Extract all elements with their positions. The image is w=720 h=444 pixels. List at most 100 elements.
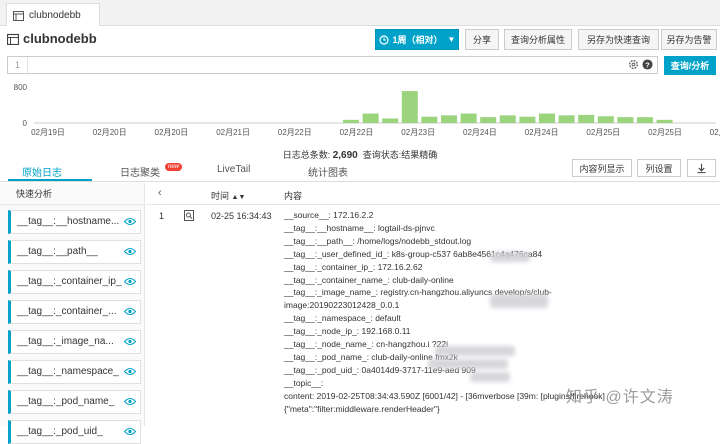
histogram-bar[interactable] bbox=[558, 115, 575, 123]
sidebar-field-label: __tag__:__hostname... bbox=[17, 216, 120, 227]
svg-text:?: ? bbox=[645, 60, 650, 69]
content-display-button[interactable]: 内容列显示 bbox=[572, 159, 632, 177]
log-field: __tag__:_namespace_: default bbox=[284, 313, 401, 324]
x-tick-label: 02月23日 bbox=[401, 128, 435, 137]
x-tick-label: 02月26日 bbox=[710, 128, 720, 137]
log-histogram[interactable]: 800 002月19日 02月20日 02月20日 02月21日 02月22日 02月22日… bbox=[0, 78, 720, 140]
sidebar-field-label: __tag__:_container_... bbox=[17, 306, 117, 317]
log-field: __source__: 172.16.2.2 bbox=[284, 210, 374, 220]
histogram-bar[interactable] bbox=[421, 116, 438, 123]
histogram-bar[interactable] bbox=[637, 117, 653, 123]
redacted-region bbox=[490, 294, 548, 308]
sidebar-field-label: __tag__:_pod_name_ bbox=[17, 396, 115, 407]
tab-clubnodebb[interactable]: clubnodebb bbox=[6, 3, 100, 26]
save-alert-button[interactable]: 另存为告警 bbox=[661, 29, 717, 50]
sidebar-field-item[interactable]: __tag__:__path__ bbox=[8, 240, 141, 264]
y-tick-label: 800 bbox=[14, 83, 28, 92]
table-header: ‹ 时间 ▲▼ 内容 bbox=[146, 183, 720, 205]
sidebar-field-item[interactable]: __tag__:_pod_name_ bbox=[8, 390, 141, 414]
tab-livetail[interactable]: LiveTail bbox=[217, 164, 250, 175]
column-settings-button[interactable]: 列设置 bbox=[637, 159, 681, 177]
sidebar-field-item[interactable]: __tag__:_namespace_ bbox=[8, 360, 141, 384]
tab-bar: clubnodebb bbox=[0, 0, 720, 26]
sidebar-field-item[interactable]: __tag__:_pod_uid_ bbox=[8, 420, 141, 444]
eye-icon[interactable] bbox=[124, 307, 136, 316]
logstore-icon bbox=[13, 10, 24, 21]
x-tick-label: 02月19日 bbox=[31, 128, 65, 137]
query-input[interactable]: 1 ? bbox=[7, 56, 658, 74]
time-range-button[interactable]: 1周（相对） ▼ bbox=[375, 29, 459, 50]
eye-icon[interactable] bbox=[124, 247, 136, 256]
caret-down-icon: ▼ bbox=[447, 35, 456, 44]
gear-icon[interactable] bbox=[628, 59, 639, 70]
log-field: {"meta":"filter:middleware.renderHeader"… bbox=[284, 403, 440, 414]
histogram-bar[interactable] bbox=[343, 119, 359, 123]
sidebar-field-label: __tag__:_pod_uid_ bbox=[17, 426, 103, 437]
sidebar-field-label: __tag__:__path__ bbox=[17, 246, 98, 257]
x-tick-label: 02月24日 bbox=[463, 128, 497, 137]
new-badge: new bbox=[165, 163, 183, 171]
sidebar-field-label: __tag__:_container_ip_ bbox=[17, 276, 122, 287]
time-column-header[interactable]: 时间 ▲▼ bbox=[211, 189, 245, 202]
histogram-bar[interactable] bbox=[578, 114, 595, 123]
download-button[interactable] bbox=[687, 159, 716, 177]
sidebar-field-item[interactable]: __tag__:_image_na... bbox=[8, 330, 141, 354]
histogram-bar[interactable] bbox=[460, 113, 477, 123]
log-field: __tag__:_container_name_: club-daily-onl… bbox=[284, 274, 454, 285]
eye-icon[interactable] bbox=[124, 217, 136, 226]
x-tick-label: 02月25日 bbox=[648, 128, 682, 137]
log-field: image:20190223012428_0.0.1 bbox=[284, 300, 400, 311]
sort-icon: ▲▼ bbox=[231, 194, 246, 201]
eye-icon[interactable] bbox=[124, 397, 136, 406]
sidebar-field-item[interactable]: __tag__:__hostname... bbox=[8, 210, 141, 234]
context-view-icon[interactable] bbox=[184, 210, 194, 221]
histogram-bar[interactable] bbox=[519, 116, 536, 123]
download-icon bbox=[697, 163, 706, 173]
sidebar-field-item[interactable]: __tag__:_container_... bbox=[8, 300, 141, 324]
tab-raw-logs[interactable]: 原始日志 bbox=[22, 164, 62, 179]
redacted-region bbox=[470, 372, 510, 382]
histogram-bar[interactable] bbox=[362, 113, 379, 123]
histogram-bar[interactable] bbox=[401, 91, 418, 123]
histogram-bar[interactable] bbox=[617, 117, 634, 123]
x-tick-label: 02月25日 bbox=[586, 128, 620, 137]
eye-icon[interactable] bbox=[124, 337, 136, 346]
eye-icon[interactable] bbox=[124, 277, 136, 286]
sidebar-field-label: __tag__:_image_na... bbox=[17, 336, 114, 347]
search-button[interactable]: 查询/分析 bbox=[664, 56, 716, 75]
log-field: content: 2019-02-25T08:34:43.590Z [6001/… bbox=[284, 390, 605, 401]
x-tick-label: 02月20日 bbox=[93, 128, 127, 137]
histogram-bar[interactable] bbox=[499, 115, 516, 123]
histogram-bar[interactable] bbox=[382, 118, 399, 124]
redacted-region bbox=[435, 346, 515, 356]
sidebar-field-item[interactable]: __tag__:_container_ip_ bbox=[8, 270, 141, 294]
x-tick-label: 02月20日 bbox=[155, 128, 189, 137]
histogram-bar[interactable] bbox=[480, 117, 497, 123]
sidebar-field-label: __tag__:_namespace_ bbox=[17, 366, 119, 377]
histogram-bar[interactable] bbox=[597, 116, 614, 123]
sidebar-header: 快速分析 bbox=[0, 183, 144, 205]
log-field: __tag__:_container_ip_: 172.16.2.62 bbox=[284, 261, 423, 272]
save-search-button[interactable]: 另存为快速查询 bbox=[578, 29, 659, 50]
x-tick-label: 02月21日 bbox=[216, 128, 250, 137]
redacted-region bbox=[490, 252, 530, 262]
tab-log-clustering[interactable]: 日志聚类 bbox=[120, 164, 160, 179]
tab-charts[interactable]: 统计图表 bbox=[308, 164, 348, 179]
query-props-button[interactable]: 查询分析属性 bbox=[504, 29, 572, 50]
x-tick-label: 02月22日 bbox=[340, 128, 374, 137]
histogram-bar[interactable] bbox=[656, 119, 673, 123]
eye-icon[interactable] bbox=[124, 367, 136, 376]
eye-icon[interactable] bbox=[124, 427, 136, 436]
histogram-bar[interactable] bbox=[539, 113, 555, 123]
active-tab-underline bbox=[8, 179, 92, 181]
log-field: __tag__:__hostname__: logtail-ds-pjnvc bbox=[284, 222, 435, 233]
log-field: __tag__:_node_name_: cn-hangzhou.i ?22i bbox=[284, 339, 448, 349]
tab-label: clubnodebb bbox=[29, 9, 81, 21]
help-icon[interactable]: ? bbox=[642, 59, 653, 70]
histogram-bar[interactable] bbox=[441, 115, 457, 123]
row-index: 1 bbox=[159, 211, 165, 221]
share-button[interactable]: 分享 bbox=[465, 29, 499, 50]
collapse-sidebar-icon[interactable]: ‹ bbox=[158, 187, 162, 199]
line-number: 1 bbox=[8, 57, 28, 73]
y-tick-label: 0 bbox=[23, 119, 28, 128]
